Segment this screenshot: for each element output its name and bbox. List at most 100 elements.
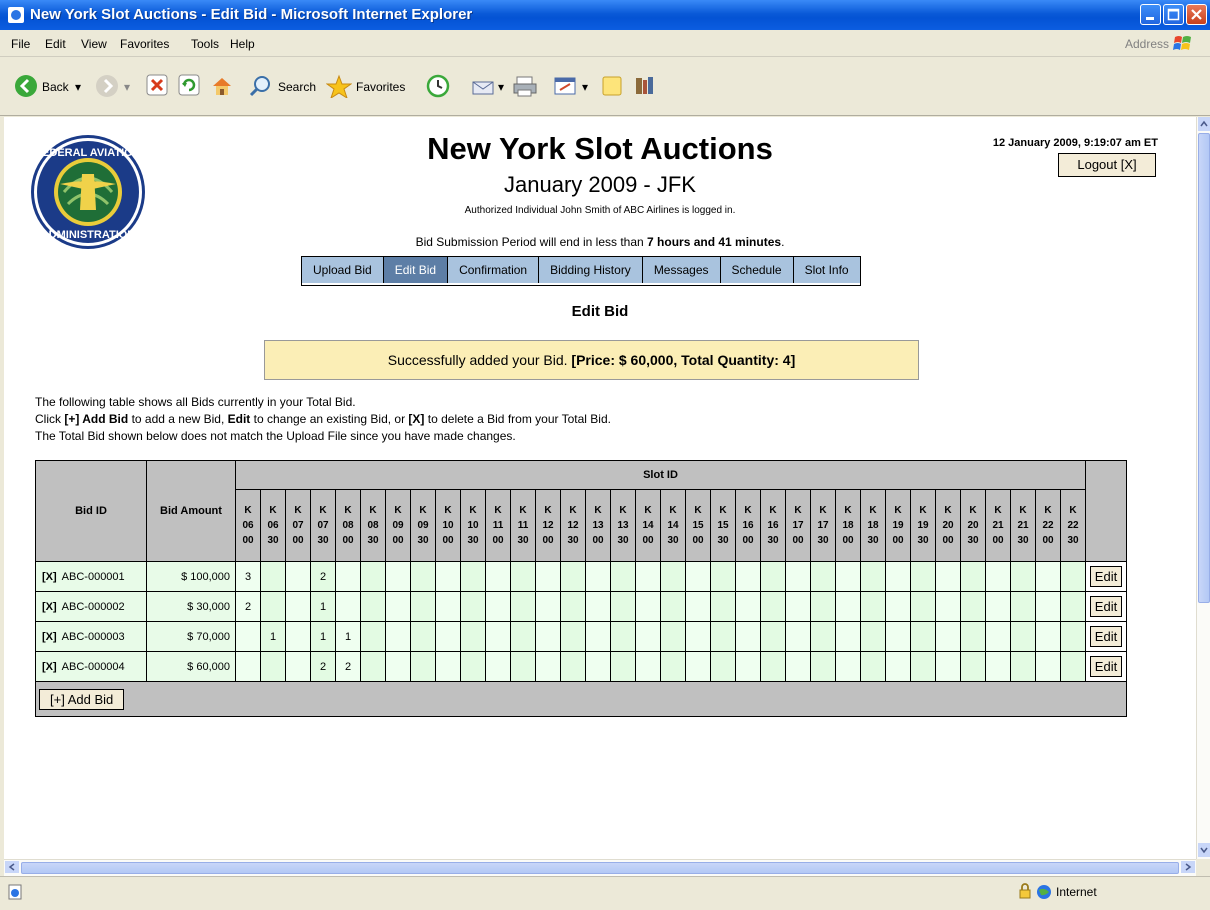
slot-header: K 09 30 [410, 489, 436, 562]
research-icon[interactable] [632, 74, 656, 98]
maximize-button[interactable] [1163, 4, 1184, 25]
minimize-button[interactable] [1140, 4, 1161, 25]
scroll-left-icon[interactable] [5, 861, 19, 873]
slot-quantity-cell [935, 651, 961, 682]
discuss-icon[interactable] [600, 74, 624, 98]
menu-favorites[interactable]: Favorites [120, 37, 169, 51]
slot-header: K 14 30 [660, 489, 686, 562]
vertical-scrollbar[interactable] [1196, 117, 1210, 859]
address-label[interactable]: Address [1125, 37, 1169, 51]
slot-quantity-cell [860, 591, 886, 622]
slot-quantity-cell [360, 561, 386, 592]
slot-quantity-cell [510, 651, 536, 682]
refresh-icon[interactable] [178, 74, 200, 98]
scroll-up-icon[interactable] [1198, 117, 1210, 131]
bid-period-text: Bid Submission Period will end in less t… [415, 235, 785, 249]
slot-quantity-cell [585, 651, 611, 682]
bid-amount: $ 60,000 [146, 651, 236, 682]
info-line-2: Click [+] Add Bid to add a new Bid, Edit… [35, 412, 611, 426]
horizontal-scrollbar[interactable] [4, 859, 1196, 876]
slot-quantity-cell [1060, 561, 1086, 592]
slot-quantity-cell [535, 561, 561, 592]
history-icon[interactable] [426, 74, 450, 98]
favorites-star-icon[interactable] [326, 74, 352, 98]
back-dropdown-icon[interactable]: ▾ [75, 80, 81, 94]
edit-bid-button[interactable]: Edit [1089, 596, 1123, 617]
vertical-scroll-thumb[interactable] [1198, 133, 1210, 603]
search-icon[interactable] [249, 74, 273, 98]
slot-quantity-cell [235, 651, 261, 682]
edit-page-icon[interactable] [552, 74, 578, 98]
slot-quantity-cell [810, 561, 836, 592]
delete-bid-link[interactable]: [X] [42, 661, 57, 673]
tab-messages[interactable]: Messages [642, 257, 721, 283]
delete-bid-link[interactable]: [X] [42, 601, 57, 613]
slot-quantity-cell [635, 561, 661, 592]
bid-id: ABC-000003 [61, 630, 125, 643]
delete-bid-link[interactable]: [X] [42, 631, 57, 643]
tab-bidding-history[interactable]: Bidding History [539, 257, 643, 283]
scroll-right-icon[interactable] [1181, 861, 1195, 873]
horizontal-scroll-thumb[interactable] [21, 862, 1179, 874]
slot-quantity-cell [510, 561, 536, 592]
slot-header: K 19 00 [885, 489, 911, 562]
slot-quantity-cell [735, 591, 761, 622]
menu-tools[interactable]: Tools [191, 37, 219, 51]
slot-quantity-cell [760, 591, 786, 622]
back-button[interactable]: Back [42, 80, 69, 94]
slot-header: K 21 30 [1010, 489, 1036, 562]
menu-file[interactable]: File [11, 37, 30, 51]
delete-bid-link[interactable]: [X] [42, 571, 57, 583]
slot-header: K 13 00 [585, 489, 611, 562]
tab-upload-bid[interactable]: Upload Bid [302, 257, 384, 283]
edit-dropdown-icon[interactable]: ▾ [582, 80, 588, 94]
slot-quantity-cell [960, 621, 986, 652]
mail-icon[interactable] [470, 74, 496, 98]
slot-quantity-cell [660, 591, 686, 622]
tab-slot-info[interactable]: Slot Info [793, 257, 860, 283]
slot-quantity-cell [910, 621, 936, 652]
table-row: [X] ABC-000001 $ 100,000 3 2 Edit [35, 561, 1127, 592]
scroll-down-icon[interactable] [1198, 843, 1210, 857]
slot-quantity-cell [935, 591, 961, 622]
slot-header: K 21 00 [985, 489, 1011, 562]
slot-quantity-cell [835, 651, 861, 682]
edit-bid-button[interactable]: Edit [1089, 566, 1123, 587]
slot-quantity-cell [235, 621, 261, 652]
add-bid-button[interactable]: [+] Add Bid [39, 688, 125, 710]
forward-dropdown-icon[interactable]: ▾ [124, 80, 130, 94]
edit-bid-button[interactable]: Edit [1089, 656, 1123, 677]
tab-schedule[interactable]: Schedule [720, 257, 794, 283]
stop-icon[interactable] [146, 74, 168, 98]
slot-quantity-cell [560, 651, 586, 682]
menu-help[interactable]: Help [230, 37, 255, 51]
search-button[interactable]: Search [278, 80, 316, 94]
slot-quantity-cell: 3 [235, 561, 261, 592]
print-icon[interactable] [512, 74, 538, 98]
slot-quantity-cell [385, 591, 411, 622]
slot-quantity-cell [335, 591, 361, 622]
col-bid-id: Bid ID [35, 460, 147, 562]
back-icon[interactable] [14, 74, 38, 98]
slot-header: K 12 00 [535, 489, 561, 562]
home-icon[interactable] [210, 74, 234, 98]
edit-bid-button[interactable]: Edit [1089, 626, 1123, 647]
logout-button[interactable]: Logout [X] [1058, 153, 1156, 177]
slot-quantity-cell: 2 [335, 651, 361, 682]
forward-icon[interactable] [95, 74, 119, 98]
slot-quantity-cell [1035, 621, 1061, 652]
slot-quantity-cell [685, 621, 711, 652]
menu-view[interactable]: View [81, 37, 107, 51]
close-button[interactable] [1186, 4, 1207, 25]
menu-edit[interactable]: Edit [45, 37, 66, 51]
slot-quantity-cell [1060, 591, 1086, 622]
edit-cell: Edit [1085, 621, 1127, 652]
time-remaining: 7 hours and 41 minutes [647, 235, 782, 249]
tab-edit-bid[interactable]: Edit Bid [383, 257, 449, 283]
favorites-button[interactable]: Favorites [356, 80, 405, 94]
bid-id-cell: [X] ABC-000001 [35, 561, 147, 592]
slot-header: K 08 30 [360, 489, 386, 562]
tab-confirmation[interactable]: Confirmation [448, 257, 540, 283]
mail-dropdown-icon[interactable]: ▾ [498, 80, 504, 94]
slot-header: K 12 30 [560, 489, 586, 562]
